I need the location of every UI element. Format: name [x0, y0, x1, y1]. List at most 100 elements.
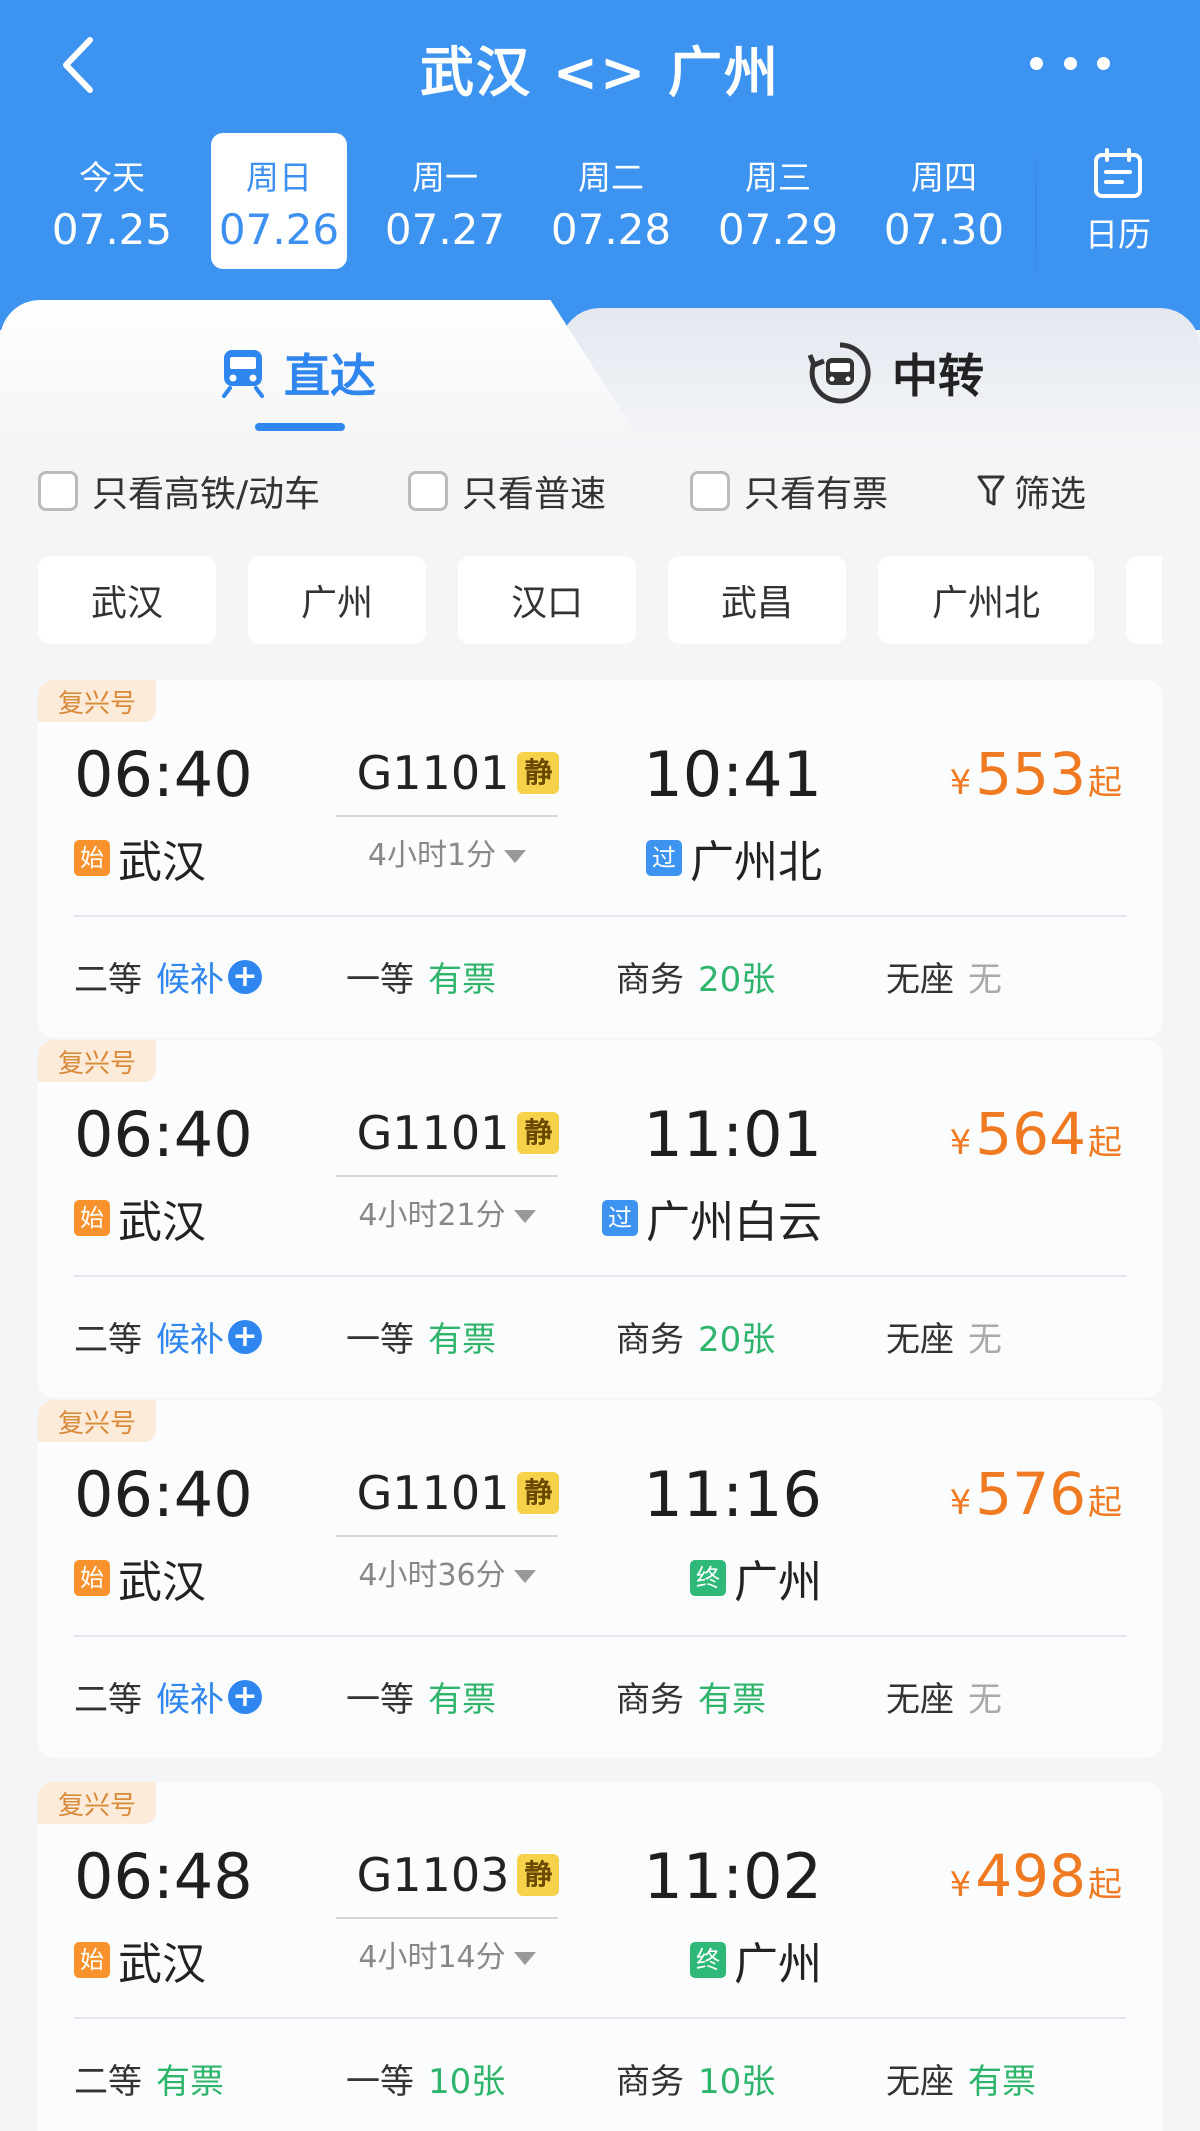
- filter-normal[interactable]: 只看普速: [408, 465, 606, 517]
- price-suffix: 起: [1088, 1123, 1122, 1163]
- date-item-0728[interactable]: 周二 07.28: [543, 133, 679, 269]
- seat-no-seat[interactable]: 无座 无: [886, 1672, 1002, 1721]
- seat-second-class[interactable]: 二等 有票: [74, 2054, 224, 2103]
- more-icon[interactable]: [1030, 48, 1110, 78]
- date-day: 07.29: [717, 205, 839, 254]
- duration[interactable]: 4小时1分: [336, 830, 558, 874]
- seat-name: 无座: [886, 1320, 954, 1360]
- seat-status: 无: [968, 1680, 1002, 1720]
- duration-text: 4小时14分: [358, 1940, 506, 1975]
- seat-name: 一等: [346, 2062, 414, 2102]
- seat-second-class[interactable]: 二等 候补 +: [74, 952, 262, 1001]
- seat-status: 10张: [428, 2062, 506, 2102]
- departure-time: 06:48: [74, 1840, 253, 1913]
- calendar-separator: [1035, 148, 1037, 288]
- station-chip[interactable]: 武昌: [668, 556, 846, 644]
- route-line: [336, 1535, 558, 1537]
- price-value: 498: [975, 1842, 1086, 1910]
- date-item-0725[interactable]: 今天 07.25: [44, 133, 180, 269]
- train-type-badge: 复兴号: [38, 680, 157, 722]
- station-chip[interactable]: 广州: [248, 556, 426, 644]
- add-waitlist-icon[interactable]: +: [228, 959, 262, 994]
- seat-first-class[interactable]: 一等 有票: [346, 1312, 496, 1361]
- departure-station-name: 武汉: [118, 1939, 206, 1990]
- tab-transfer-label: 中转: [892, 349, 984, 403]
- date-weekday: 周二: [578, 158, 644, 197]
- checkbox[interactable]: [408, 471, 448, 511]
- duration[interactable]: 4小时14分: [336, 1932, 558, 1976]
- seat-no-seat[interactable]: 无座 有票: [886, 2054, 1036, 2103]
- filter-highspeed[interactable]: 只看高铁/动车: [38, 465, 320, 517]
- seat-business[interactable]: 商务 有票: [616, 1672, 766, 1721]
- arrival-time: 10:41: [643, 738, 822, 811]
- date-item-0727[interactable]: 周一 07.27: [377, 133, 513, 269]
- train-card[interactable]: 复兴号 06:40 G1101 静 4小时21分 11:01 始 武汉 过 广州…: [38, 1040, 1162, 1398]
- seat-first-class[interactable]: 一等 有票: [346, 952, 496, 1001]
- add-waitlist-icon[interactable]: +: [228, 1319, 262, 1354]
- header: 武汉 <> 广州 今天 07.25 周日 07.26 周一 07.27 周二 0…: [0, 0, 1200, 330]
- add-waitlist-icon[interactable]: +: [228, 1679, 262, 1714]
- station-chip[interactable]: 汉口: [458, 556, 636, 644]
- checkbox[interactable]: [690, 471, 730, 511]
- train-card[interactable]: 复兴号 06:48 G1103 静 4小时14分 11:02 始 武汉 终 广州…: [38, 1782, 1162, 2131]
- departure-station: 始 武汉: [74, 1186, 206, 1250]
- divider: [74, 1635, 1126, 1637]
- seat-business[interactable]: 商务 10张: [616, 2054, 775, 2103]
- departure-station: 始 武汉: [74, 826, 206, 890]
- currency-symbol: ¥: [949, 1865, 972, 1905]
- filter-available-label: 只看有票: [744, 474, 889, 515]
- transfer-train-icon: [808, 342, 871, 404]
- seat-no-seat[interactable]: 无座 无: [886, 952, 1002, 1001]
- filter-available[interactable]: 只看有票: [690, 465, 888, 517]
- station-chip[interactable]: 武汉: [38, 556, 216, 644]
- price: ¥ 553 起: [950, 740, 1122, 808]
- tab-direct[interactable]: 直达: [220, 340, 376, 406]
- train-card[interactable]: 复兴号 06:40 G1101 静 4小时36分 11:16 始 武汉 终 广州…: [38, 1400, 1162, 1758]
- seat-business[interactable]: 商务 20张: [616, 952, 775, 1001]
- seat-first-class[interactable]: 一等 10张: [346, 2054, 505, 2103]
- date-item-0726[interactable]: 周日 07.26: [211, 133, 347, 269]
- seat-name: 无座: [886, 2062, 954, 2102]
- arrival-station-name: 广州: [734, 1939, 822, 1990]
- seat-name: 二等: [74, 1680, 142, 1720]
- seat-status: 20张: [698, 960, 776, 1000]
- seat-status: 候补: [156, 960, 224, 1000]
- duration[interactable]: 4小时36分: [336, 1550, 558, 1594]
- seat-first-class[interactable]: 一等 有票: [346, 1672, 496, 1721]
- date-item-0730[interactable]: 周四 07.30: [876, 133, 1012, 269]
- price-suffix: 起: [1088, 1483, 1122, 1523]
- filter-button[interactable]: 筛选: [976, 465, 1086, 517]
- arrival-station-name: 广州: [734, 1557, 822, 1608]
- route-line: [336, 815, 558, 817]
- quiet-car-badge: 静: [517, 752, 560, 794]
- station-chip-more[interactable]: [1126, 556, 1162, 644]
- checkbox[interactable]: [38, 471, 78, 511]
- route-line: [336, 1175, 558, 1177]
- date-day: 07.30: [883, 205, 1005, 254]
- seat-business[interactable]: 商务 20张: [616, 1312, 775, 1361]
- duration-text: 4小时21分: [358, 1198, 506, 1233]
- train-card[interactable]: 复兴号 06:40 G1101 静 4小时1分 10:41 始 武汉 过 广州北…: [38, 680, 1162, 1038]
- tab-transfer[interactable]: 中转: [808, 340, 984, 406]
- calendar-button[interactable]: 日历: [1058, 148, 1178, 268]
- train-type-badge: 复兴号: [38, 1400, 157, 1442]
- seat-name: 一等: [346, 1320, 414, 1360]
- quiet-car-badge: 静: [517, 1854, 560, 1896]
- date-item-0729[interactable]: 周三 07.29: [710, 133, 846, 269]
- seat-name: 商务: [616, 1320, 684, 1360]
- active-tab-indicator: [255, 423, 345, 431]
- departure-station: 始 武汉: [74, 1546, 206, 1610]
- seat-second-class[interactable]: 二等 候补 +: [74, 1312, 262, 1361]
- seat-no-seat[interactable]: 无座 无: [886, 1312, 1002, 1361]
- seat-status: 有票: [968, 2062, 1036, 2102]
- seat-status: 10张: [698, 2062, 776, 2102]
- departure-time: 06:40: [74, 1458, 253, 1531]
- price-value: 576: [975, 1460, 1086, 1528]
- station-chip[interactable]: 广州北: [878, 556, 1094, 644]
- station-chips: 武汉 广州 汉口 武昌 广州北: [38, 556, 1162, 646]
- seat-name: 二等: [74, 2062, 142, 2102]
- funnel-icon: [977, 475, 1005, 506]
- duration[interactable]: 4小时21分: [336, 1190, 558, 1234]
- seat-second-class[interactable]: 二等 候补 +: [74, 1672, 262, 1721]
- date-weekday: 今天: [79, 158, 145, 197]
